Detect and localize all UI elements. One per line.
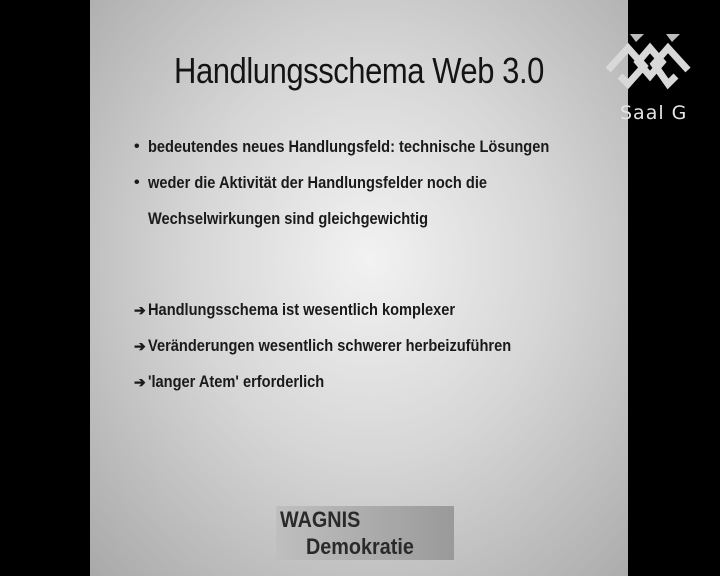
arrow-icon: ➔: [134, 374, 146, 390]
arrow-icon: ➔: [134, 338, 146, 354]
room-label: Saal G: [620, 102, 688, 124]
bullet-list-top: • bedeutendes neues Handlungsfeld: techn…: [134, 129, 615, 237]
list-item: • weder die Aktivität der Handlungsfelde…: [134, 165, 615, 201]
wagnis-demokratie-logo: WAGNIS Demokratie: [276, 506, 454, 560]
logo-line2: Demokratie: [306, 534, 414, 559]
bullet-marker: •: [134, 174, 140, 191]
arrow-icon: ➔: [134, 302, 146, 318]
list-item: ➔ Handlungsschema ist wesentlich komplex…: [134, 292, 570, 328]
logo-line1: WAGNIS: [280, 507, 361, 532]
list-item: ➔ 'langer Atem' erforderlich: [134, 364, 570, 400]
bullet-list-bottom: ➔ Handlungsschema ist wesentlich komplex…: [134, 292, 570, 400]
bullet-text: Veränderungen wesentlich schwerer herbei…: [148, 336, 512, 355]
bullet-text: weder die Aktivität der Handlungsfelder …: [148, 173, 488, 192]
bullet-marker: •: [134, 138, 140, 155]
list-item: ➔ Veränderungen wesentlich schwerer herb…: [134, 328, 570, 364]
list-item: Wechselwirkungen sind gleichgewichtig: [134, 201, 615, 237]
list-item: • bedeutendes neues Handlungsfeld: techn…: [134, 129, 615, 165]
bullet-text: Wechselwirkungen sind gleichgewichtig: [148, 209, 429, 228]
presentation-slide: Handlungsschema Web 3.0 • bedeutendes ne…: [90, 0, 628, 576]
slide-title: Handlungsschema Web 3.0: [174, 50, 544, 91]
bullet-text: Handlungsschema ist wesentlich komplexer: [148, 300, 456, 319]
bullet-text: 'langer Atem' erforderlich: [148, 372, 325, 391]
bullet-text: bedeutendes neues Handlungsfeld: technis…: [148, 137, 550, 156]
